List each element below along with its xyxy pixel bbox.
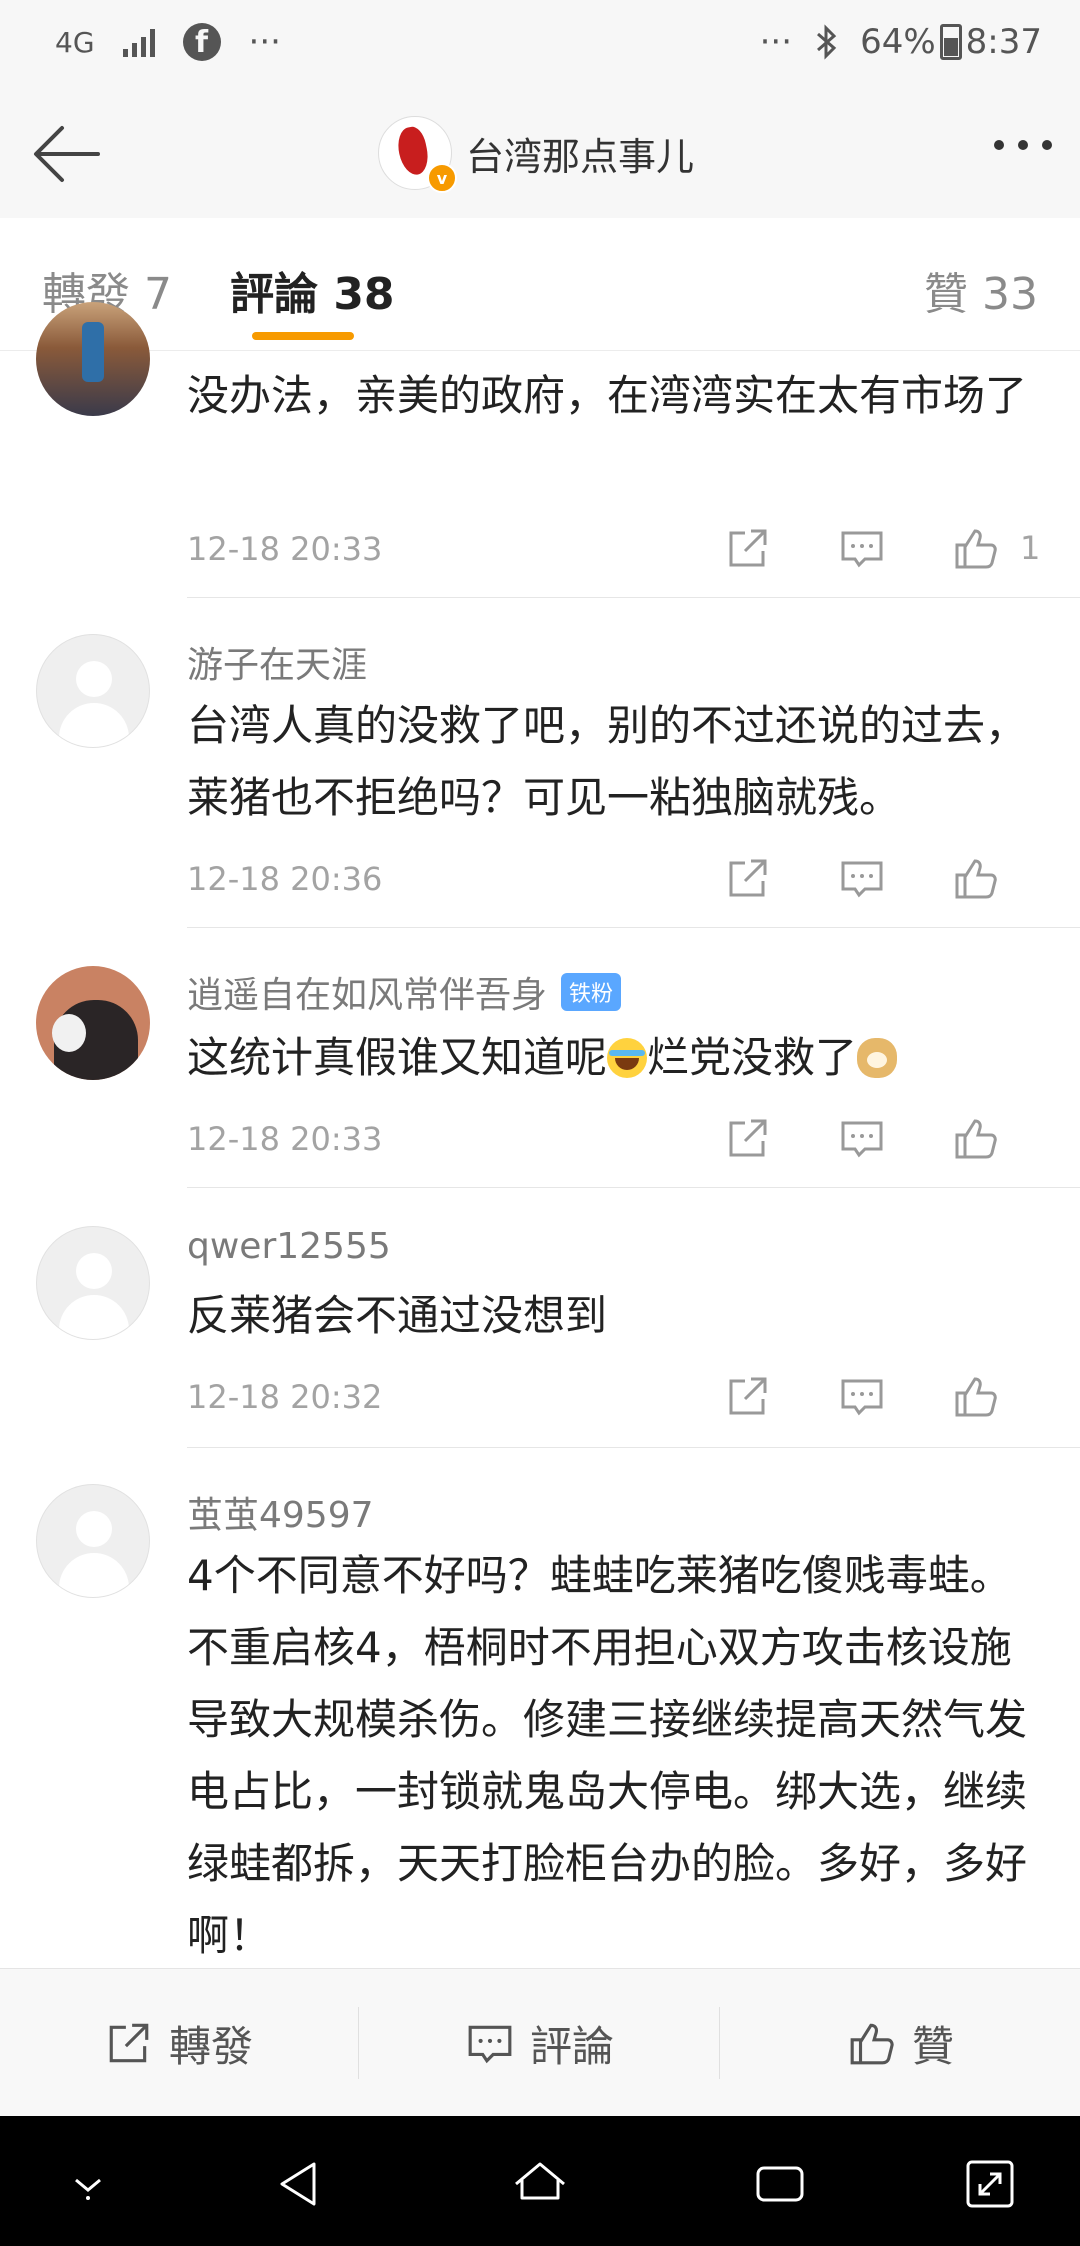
avatar[interactable] (36, 966, 150, 1080)
comment-button[interactable]: 評論 (361, 1969, 719, 2117)
username-text[interactable]: 逍遥自在如风常伴吾身 (187, 966, 547, 1018)
comment-text-part: 烂党没救了 (647, 1033, 858, 1082)
like-label: 贊 (911, 2021, 954, 2071)
comment-text: 反莱猪会不通过没想到 (187, 1291, 608, 1340)
comment-label: 評論 (529, 2021, 614, 2071)
expand-icon[interactable] (958, 2152, 1022, 2216)
battery-percent: 64% (860, 22, 936, 62)
status-bar: 4G f ··· ··· 64% 8:37 (0, 0, 1080, 90)
home-nav-icon[interactable] (508, 2152, 572, 2216)
username-text[interactable]: qwer12555 (187, 1226, 391, 1267)
like-button[interactable]: 贊 (722, 1969, 1080, 2117)
active-tab-indicator (252, 332, 354, 340)
top-header: v 台湾那点事儿 (0, 90, 1080, 219)
bottom-action-bar: 轉發 評論 贊 (0, 1968, 1080, 2117)
divider (187, 1447, 1080, 1448)
signal-icon (122, 27, 155, 57)
bluetooth-icon (817, 24, 837, 60)
divider (187, 1187, 1080, 1188)
divider (187, 927, 1080, 928)
verified-icon: v (427, 163, 457, 193)
avatar[interactable] (36, 1226, 150, 1340)
like-count: 1 (1020, 529, 1041, 567)
doge-emoji-icon (857, 1038, 898, 1078)
more-notifications: ··· (248, 22, 281, 62)
share-icon[interactable] (708, 522, 788, 574)
comment-text: 这统计真假谁又知道呢 烂党没救了 (187, 1022, 1047, 1094)
comment-actions: 1 (708, 522, 1060, 574)
comment-icon[interactable] (822, 852, 902, 904)
comment-text: 没办法，亲美的政府，在湾湾实在太有市场了 (187, 371, 1028, 420)
comment-text-part: 这统计真假谁又知道呢 (187, 1033, 608, 1082)
comment-time: 12-18 20:36 (187, 860, 383, 898)
tab-likes[interactable]: 贊 33 (924, 258, 1038, 322)
comment-actions (708, 1370, 1016, 1422)
comment-time: 12-18 20:32 (187, 1378, 383, 1416)
comment-icon[interactable] (822, 1112, 902, 1164)
repost-label: 轉發 (168, 2021, 253, 2071)
channel-name[interactable]: 台湾那点事儿 (466, 126, 694, 181)
share-icon (109, 2023, 149, 2063)
comment-actions (708, 852, 1016, 904)
share-icon[interactable] (708, 1370, 788, 1422)
comment-username[interactable]: 游子在天涯 (187, 636, 367, 688)
fan-badge: 铁粉 (561, 973, 622, 1011)
battery-icon (939, 24, 962, 60)
username-text[interactable]: 游子在天涯 (187, 636, 367, 688)
like-icon (850, 2023, 894, 2065)
recents-nav-icon[interactable] (748, 2152, 812, 2216)
more-status: ··· (759, 22, 793, 62)
avatar[interactable] (36, 1484, 150, 1598)
repost-button[interactable]: 轉發 (0, 1969, 358, 2117)
comment-actions (708, 1112, 1016, 1164)
username-text[interactable]: 茧茧49597 (187, 1486, 374, 1538)
clock: 8:37 (965, 22, 1042, 62)
tab-bar: 轉發 7 評論 38 贊 33 (0, 218, 1080, 351)
comment-username[interactable]: 逍遥自在如风常伴吾身 铁粉 (187, 966, 622, 1018)
more-options-icon[interactable] (994, 140, 1052, 150)
comment-username[interactable]: qwer12555 (187, 1226, 391, 1267)
share-icon[interactable] (708, 852, 788, 904)
back-arrow-icon[interactable] (28, 118, 108, 190)
share-icon[interactable] (708, 1112, 788, 1164)
like-icon[interactable] (936, 852, 1016, 904)
back-nav-icon[interactable] (268, 2152, 332, 2216)
comment-text: 4个不同意不好吗？蛙蛙吃莱猪吃傻贱毒蛙。不重启核4，梧桐时不用担心双方攻击核设施… (187, 1551, 1028, 1960)
divider (719, 2007, 720, 2079)
like-icon[interactable] (936, 1370, 1016, 1422)
divider (187, 597, 1080, 598)
facebook-icon: f (182, 23, 221, 61)
tab-comments[interactable]: 評論 38 (230, 258, 395, 322)
like-icon[interactable] (936, 1112, 1016, 1164)
comment-time: 12-18 20:33 (187, 1120, 383, 1158)
comment-icon[interactable] (822, 522, 902, 574)
divider (358, 2007, 359, 2079)
system-nav-bar (0, 2116, 1080, 2246)
avatar[interactable] (36, 634, 150, 748)
laugh-cry-emoji-icon (607, 1038, 648, 1078)
comment-icon[interactable] (822, 1370, 902, 1422)
comment-text: 台湾人真的没救了吧，别的不过还说的过去，莱猪也不拒绝吗？可见一粘独脑就残。 (187, 701, 1028, 822)
like-icon[interactable] (936, 522, 1016, 574)
channel-avatar[interactable]: v (378, 116, 457, 193)
network-type: 4G (55, 25, 95, 59)
comment-username[interactable]: 茧茧49597 (187, 1486, 374, 1538)
comment-icon (468, 2025, 512, 2064)
channel-info[interactable]: v 台湾那点事儿 (378, 116, 694, 193)
comment-time: 12-18 20:33 (187, 530, 383, 568)
hide-keyboard-icon[interactable] (56, 2152, 120, 2216)
avatar[interactable] (36, 302, 150, 416)
